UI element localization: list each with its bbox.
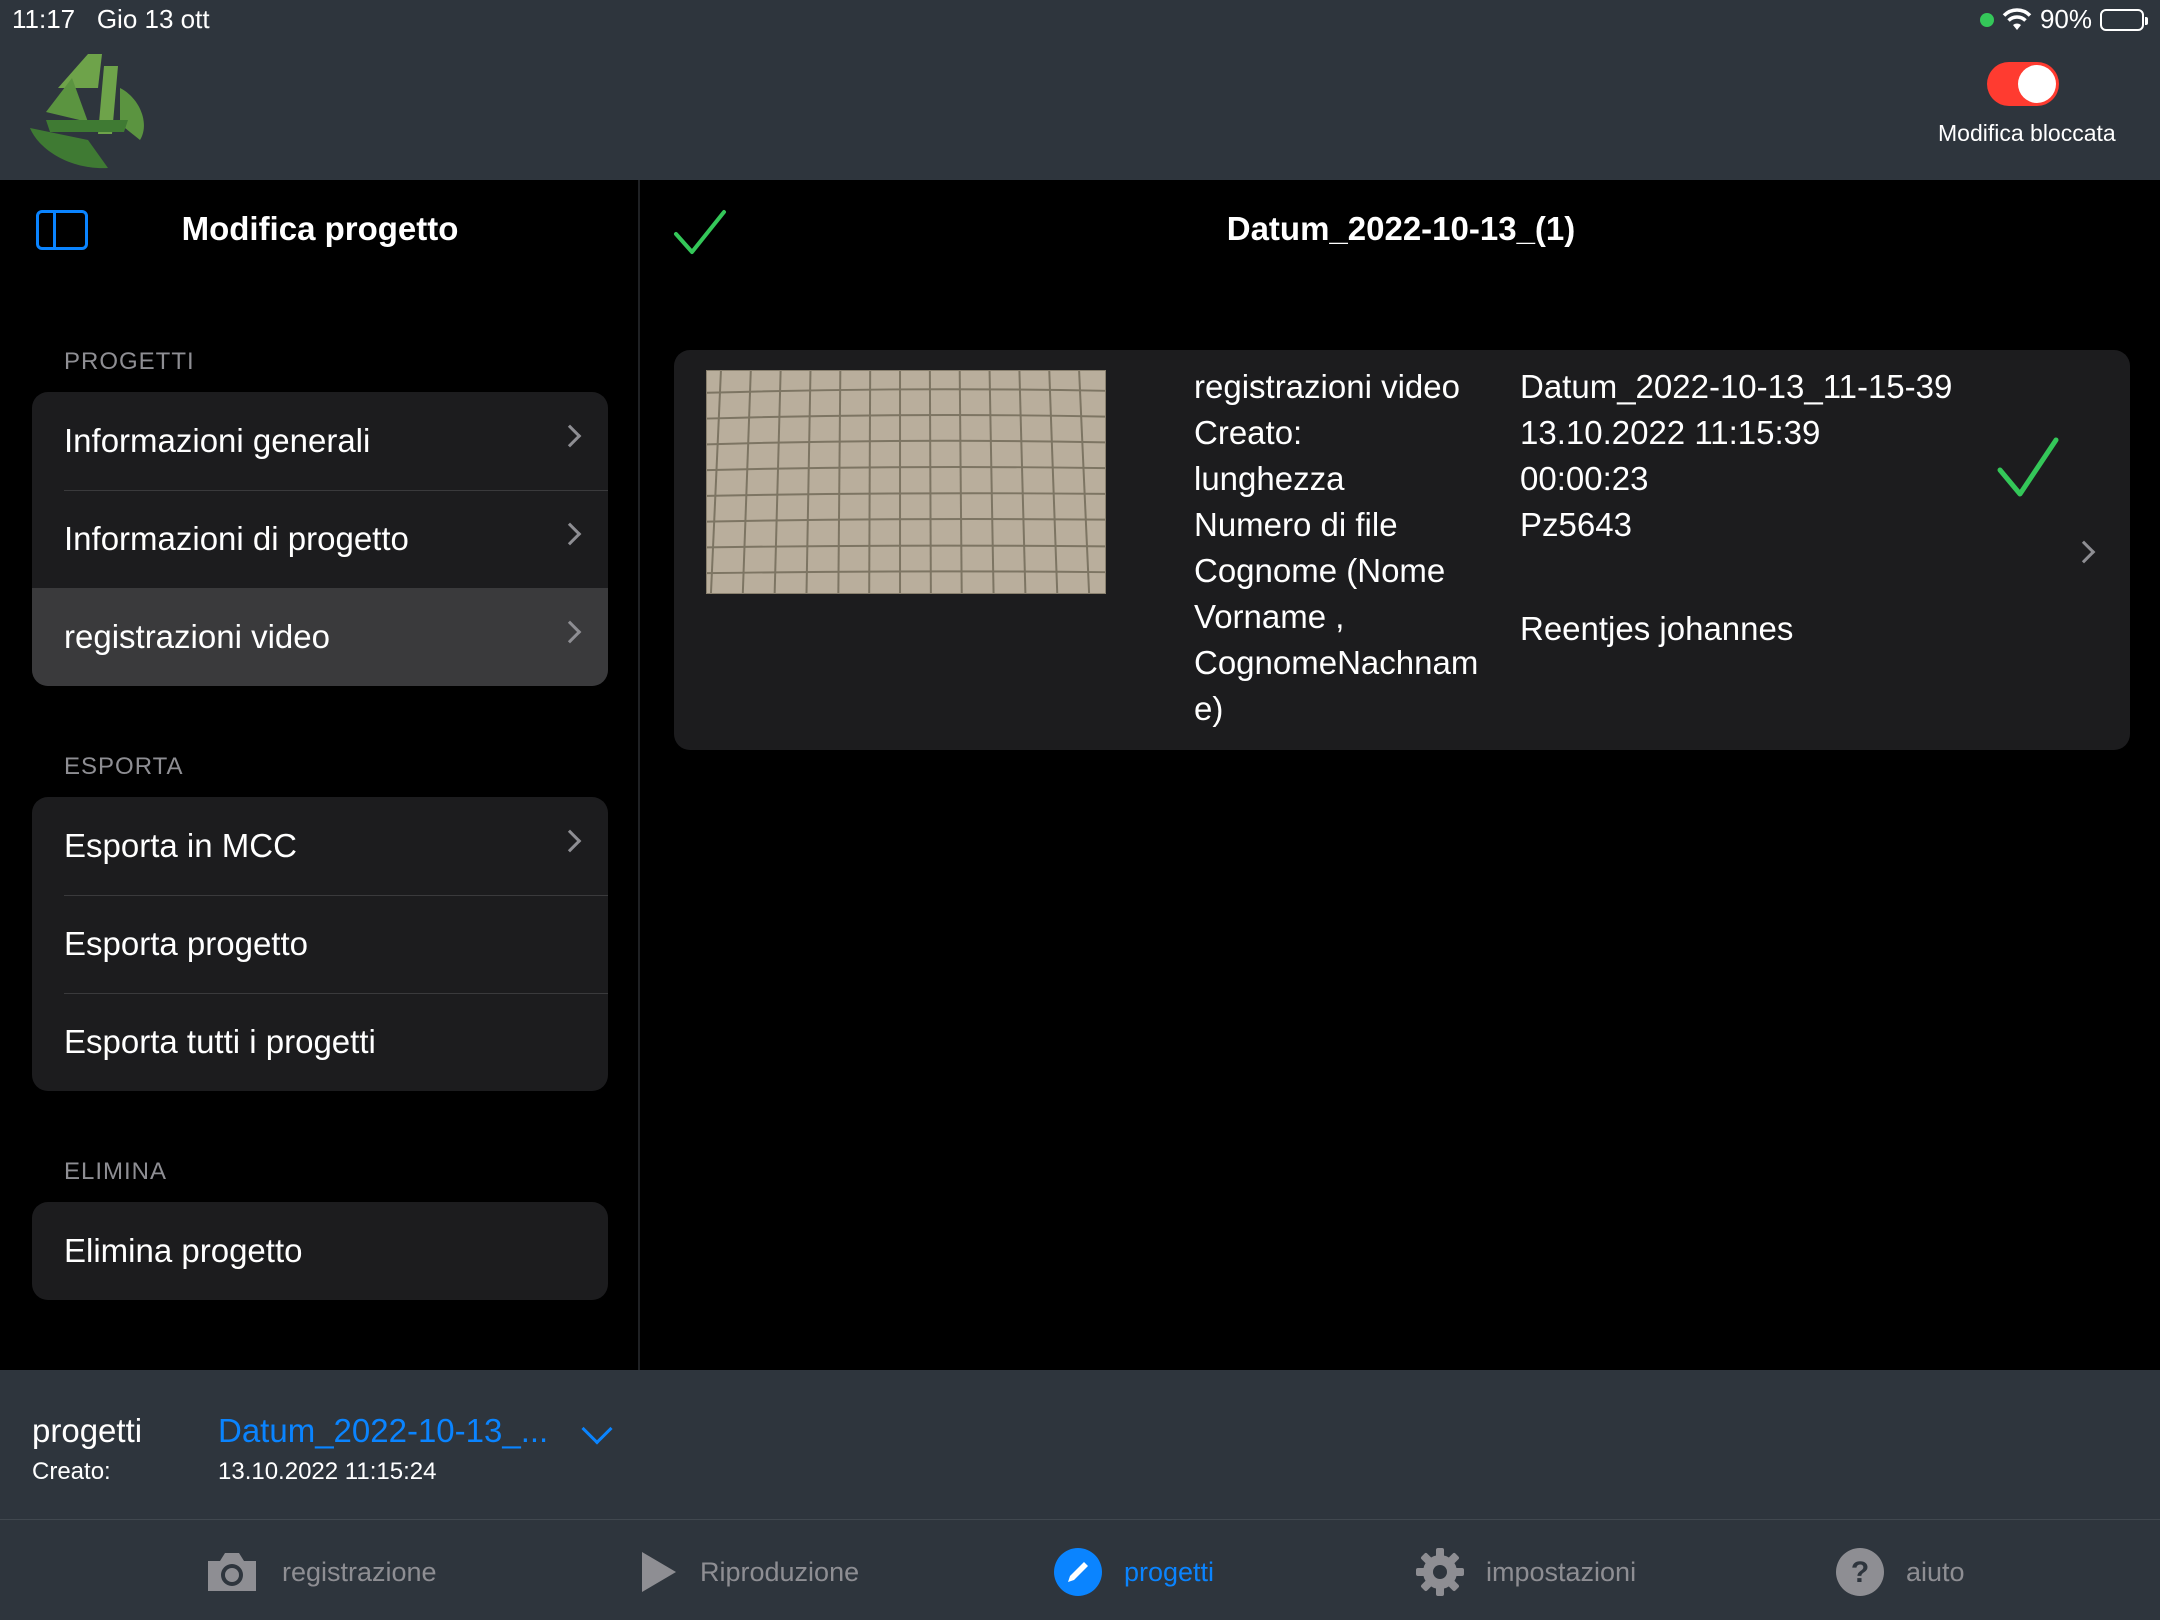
project-selector-bar: progetti Creato: Datum_2022-10-13_... 13… (0, 1370, 2160, 1520)
edit-lock-control: Modifica bloccata (1938, 62, 2116, 147)
tab-label: Riproduzione (700, 1556, 860, 1587)
pencil-icon (1054, 1548, 1102, 1596)
video-recording-card[interactable]: registrazioni video Creato: lunghezza Nu… (674, 350, 2130, 750)
detail-title: Datum_2022-10-13_(1) (1226, 210, 1576, 247)
label-numero-file: Numero di file (1194, 506, 1398, 543)
group-elimina: Elimina progetto (32, 1202, 608, 1300)
sidebar-item-label: Esporta in MCC (64, 827, 297, 864)
camera-indicator-icon (1979, 12, 1994, 27)
card-values: Datum_2022-10-13_11-15-39 13.10.2022 11:… (1520, 364, 2040, 652)
top-bar: 11:17 Gio 13 ott 90% Modifica bloccata (0, 0, 2160, 180)
help-icon: ? (1836, 1548, 1884, 1596)
sidebar-title: Modifica progetto (181, 210, 459, 247)
tab-bar: registrazione Riproduzione progetti impo… (0, 1520, 2160, 1620)
tab-impostazioni[interactable]: impostazioni (1416, 1546, 1636, 1598)
tab-label: progetti (1124, 1556, 1215, 1587)
project-created-date: 13.10.2022 11:15:24 (218, 1458, 437, 1485)
status-clock: 11:17 (12, 4, 76, 34)
sidebar-header: Modifica progetto (0, 180, 640, 280)
value-file-number: Pz5643 (1520, 506, 1632, 543)
status-time: 11:17 Gio 13 ott (12, 4, 210, 35)
section-label-elimina: ELIMINA (64, 1158, 168, 1185)
card-labels: registrazioni video Creato: lunghezza Nu… (1194, 364, 1504, 732)
sidebar-item-esporta-tutti[interactable]: Esporta tutti i progetti (32, 993, 608, 1091)
tab-label: impostazioni (1486, 1556, 1637, 1587)
tab-label: registrazione (282, 1556, 437, 1587)
label-cognome-1: Cognome (Nome (1194, 552, 1446, 589)
label-cognome-2: Vorname , (1194, 598, 1345, 635)
sidebar-item-esporta-progetto[interactable]: Esporta progetto (32, 895, 608, 993)
check-icon (1997, 437, 2059, 497)
value-blank (1520, 548, 2040, 594)
edit-lock-label: Modifica bloccata (1938, 120, 2116, 146)
sidebar-item-label: Informazioni generali (64, 422, 371, 459)
chevron-down-icon[interactable] (581, 1413, 613, 1445)
label-creato: Creato: (1194, 414, 1303, 451)
project-bar-label: progetti (32, 1412, 143, 1449)
sidebar-item-esporta-mcc[interactable]: Esporta in MCC (32, 797, 608, 895)
sidebar-item-label: Informazioni di progetto (64, 520, 409, 557)
project-created-label: Creato: (32, 1458, 111, 1485)
tab-registrazione[interactable]: registrazione (204, 1546, 437, 1598)
chevron-right-icon (558, 620, 582, 644)
camera-icon (208, 1553, 256, 1591)
wifi-icon (2002, 7, 2032, 30)
group-esporta: Esporta in MCC Esporta progetto Esporta … (32, 797, 608, 1091)
value-name: Reentjes johannes (1520, 610, 1794, 647)
chevron-right-icon (2072, 540, 2096, 564)
value-created: 13.10.2022 11:15:39 (1520, 414, 1821, 451)
play-icon (642, 1552, 676, 1592)
value-video-name: Datum_2022-10-13_11-15-39 (1520, 368, 1953, 405)
tab-aiuto[interactable]: ? aiuto (1836, 1546, 1965, 1598)
label-cognome-4: e) (1194, 690, 1224, 727)
sidebar-item-informazioni-generali[interactable]: Informazioni generali (32, 392, 608, 490)
edit-lock-toggle[interactable] (1987, 62, 2059, 106)
video-thumbnail (706, 370, 1106, 594)
sidebar-item-informazioni-di-progetto[interactable]: Informazioni di progetto (32, 490, 608, 588)
sidebar-item-label: Esporta progetto (64, 925, 308, 962)
app-logo (30, 54, 144, 169)
sidebar-item-elimina-progetto[interactable]: Elimina progetto (32, 1202, 608, 1300)
status-date: Gio 13 ott (96, 4, 210, 34)
sidebar: Modifica progetto PROGETTI Informazioni … (0, 180, 640, 1370)
label-registrazioni-video: registrazioni video (1194, 368, 1460, 405)
value-length: 00:00:23 (1520, 460, 1649, 497)
tab-progetti[interactable]: progetti (1054, 1546, 1214, 1598)
tab-label: aiuto (1906, 1556, 1965, 1587)
status-indicators: 90% (1979, 4, 2148, 35)
group-progetti: Informazioni generali Informazioni di pr… (32, 392, 608, 686)
sidebar-item-label: Elimina progetto (64, 1232, 303, 1269)
sidebar-item-registrazioni-video[interactable]: registrazioni video (32, 588, 608, 686)
chevron-right-icon (558, 424, 582, 448)
sidebar-item-label: registrazioni video (64, 618, 330, 655)
sidebar-item-label: Esporta tutti i progetti (64, 1023, 376, 1060)
label-lunghezza: lunghezza (1194, 460, 1345, 497)
label-cognome-3: CognomeNachnam (1194, 644, 1479, 681)
svg-text:?: ? (1851, 1556, 1869, 1589)
project-select[interactable]: Datum_2022-10-13_... (218, 1412, 548, 1450)
tab-riproduzione[interactable]: Riproduzione (640, 1546, 859, 1598)
battery-percent: 90% (2039, 4, 2092, 34)
section-label-progetti: PROGETTI (64, 348, 195, 375)
chevron-right-icon (558, 829, 582, 853)
battery-icon (2100, 8, 2148, 31)
section-label-esporta: ESPORTA (64, 753, 184, 780)
detail-pane: Datum_2022-10-13_(1) registrazioni video… (642, 180, 2160, 1370)
chevron-right-icon (558, 522, 582, 546)
gear-icon (1416, 1548, 1464, 1596)
